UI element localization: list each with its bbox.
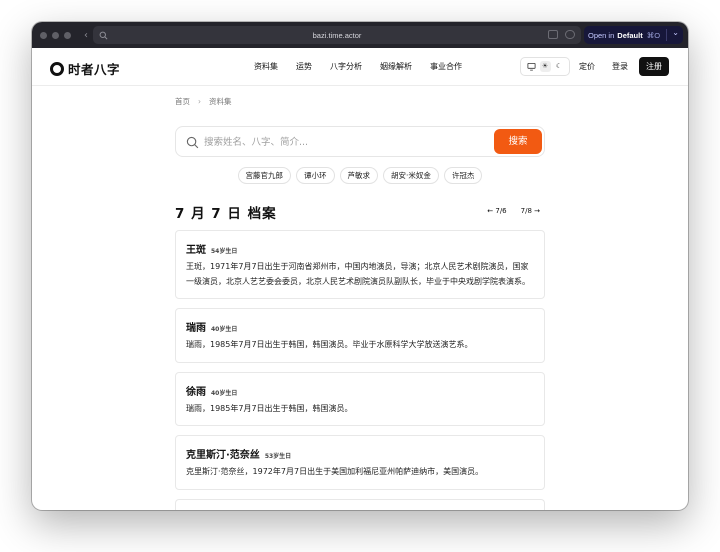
- address-bar[interactable]: bazi.time.actor: [93, 26, 581, 44]
- reader-mode-icon[interactable]: [548, 30, 558, 39]
- profile-card[interactable]: 王斑 54岁生日 王斑，1971年7月7日出生于河南省郑州市，中国内地演员，导演…: [175, 230, 545, 299]
- open-in-label: Open in: [588, 30, 615, 40]
- nav-item-fortune[interactable]: 运势: [296, 61, 312, 72]
- profile-bio: 王斑，1971年7月7日出生于河南省郑州市，中国内地演员，导演；北京人民艺术剧院…: [186, 262, 530, 286]
- profile-age-badge: 54岁生日: [211, 248, 238, 255]
- page-title: 7 月 7 日 档案: [175, 206, 277, 222]
- profile-name[interactable]: 瑞雨: [186, 319, 206, 334]
- sun-icon[interactable]: ☀: [539, 61, 551, 72]
- moon-icon[interactable]: ☾: [554, 61, 565, 72]
- logo-ring-icon: [50, 61, 64, 76]
- main-nav: 资料集 运势 八字分析 姻缘解析 事业合作: [254, 61, 480, 72]
- browser-window: ‹ bazi.time.actor Open in Default ⌘O ⌄ 时…: [32, 22, 688, 510]
- profile-bio: 瑞雨，1985年7月7日出生于韩国，韩国演员。: [186, 403, 353, 413]
- back-icon[interactable]: ‹: [81, 30, 91, 41]
- nav-item-materials[interactable]: 资料集: [254, 61, 278, 72]
- main-content: 首页 › 资料集 搜索 宫藤官九郎 谭小环 芦敏求 胡安·米奴金 许冠杰 7 月…: [175, 96, 545, 510]
- profile-card[interactable]: 瑞雨 40岁生日 瑞雨，1985年7月7日出生于韩国，韩国演员。毕业于水原科学大…: [175, 308, 545, 363]
- profile-name[interactable]: 克里斯汀·范奈丝: [186, 446, 260, 461]
- zoom-window-button[interactable]: [64, 31, 71, 39]
- browser-toolbar: ‹ bazi.time.actor Open in Default ⌘O ⌄: [32, 22, 688, 48]
- minimize-window-button[interactable]: [52, 31, 59, 39]
- logo-text: 时者八字: [68, 62, 121, 77]
- suggestion-chip[interactable]: 许冠杰: [443, 167, 483, 184]
- profile-bio: 克里斯汀·范奈丝，1972年7月7日出生于美国加利福尼亚州帕萨迪纳市，美国演员。: [186, 467, 484, 476]
- breadcrumb: 首页 › 资料集: [175, 96, 545, 107]
- open-in-shortcut: ⌘O: [646, 30, 661, 40]
- profile-age-badge: 40岁生日: [211, 389, 238, 397]
- profile-name[interactable]: 王斑: [186, 241, 206, 256]
- suggestion-chip[interactable]: 芦敏求: [339, 167, 379, 184]
- nav-item-marriage[interactable]: 姻缘解析: [380, 61, 412, 72]
- profile-card[interactable]: 徐雨 40岁生日 瑞雨，1985年7月7日出生于韩国，韩国演员。: [175, 371, 545, 426]
- breadcrumb-separator: ›: [198, 97, 201, 106]
- open-in-target: Default: [617, 30, 643, 40]
- site-logo[interactable]: 时者八字: [50, 59, 120, 78]
- profile-age-badge: 53岁生日: [264, 453, 292, 460]
- nav-item-bazi-analysis[interactable]: 八字分析: [330, 61, 362, 72]
- suggestion-chips: 宫藤官九郎 谭小环 芦敏求 胡安·米奴金 许冠杰: [175, 167, 545, 184]
- suggestion-chip[interactable]: 宫藤官九郎: [237, 167, 292, 184]
- profile-age-badge: 40岁生日: [211, 326, 238, 333]
- address-url: bazi.time.actor: [312, 30, 362, 40]
- chevron-down-icon[interactable]: ⌄: [672, 28, 679, 37]
- window-controls: [40, 31, 71, 39]
- day-nav: ← 7/6 7/8 →: [487, 207, 540, 215]
- breadcrumb-current: 资料集: [209, 97, 232, 106]
- breadcrumb-home[interactable]: 首页: [175, 96, 190, 107]
- title-row: 7 月 7 日 档案 ← 7/6 7/8 →: [175, 203, 545, 222]
- theme-switch: ☀ ☾: [520, 57, 570, 76]
- site-header: 时者八字 资料集 运势 八字分析 姻缘解析 事业合作 ☀ ☾ 定价 登录 注册: [32, 48, 688, 86]
- suggestion-chip[interactable]: 谭小环: [296, 167, 335, 184]
- profile-name[interactable]: 徐雨: [186, 383, 206, 398]
- profile-list: 王斑 54岁生日 王斑，1971年7月7日出生于河南省郑州市，中国内地演员，导演…: [175, 230, 545, 510]
- prev-day-link[interactable]: ← 7/6: [487, 207, 506, 215]
- monitor-icon[interactable]: [526, 61, 537, 72]
- open-in-button[interactable]: Open in Default ⌘O ⌄: [584, 26, 683, 44]
- search-input[interactable]: [204, 133, 484, 151]
- profile-bio: 瑞雨，1985年7月7日出生于韩国，韩国演员。毕业于水原科学大学放送演艺系。: [186, 340, 473, 349]
- profile-card-partial[interactable]: [175, 498, 545, 510]
- signup-button[interactable]: 注册: [639, 57, 669, 76]
- search-button[interactable]: 搜索: [494, 129, 542, 154]
- pricing-link[interactable]: 定价: [579, 61, 595, 72]
- suggestion-chip[interactable]: 胡安·米奴金: [383, 167, 439, 184]
- login-link[interactable]: 登录: [612, 61, 628, 72]
- nav-item-career[interactable]: 事业合作: [430, 61, 462, 72]
- link-icon[interactable]: [565, 30, 575, 39]
- search-icon: [186, 136, 199, 149]
- next-day-link[interactable]: 7/8 →: [521, 207, 540, 215]
- profile-card[interactable]: 克里斯汀·范奈丝 53岁生日 克里斯汀·范奈丝，1972年7月7日出生于美国加利…: [175, 435, 545, 490]
- close-window-button[interactable]: [40, 31, 47, 39]
- search-box: 搜索: [175, 126, 545, 157]
